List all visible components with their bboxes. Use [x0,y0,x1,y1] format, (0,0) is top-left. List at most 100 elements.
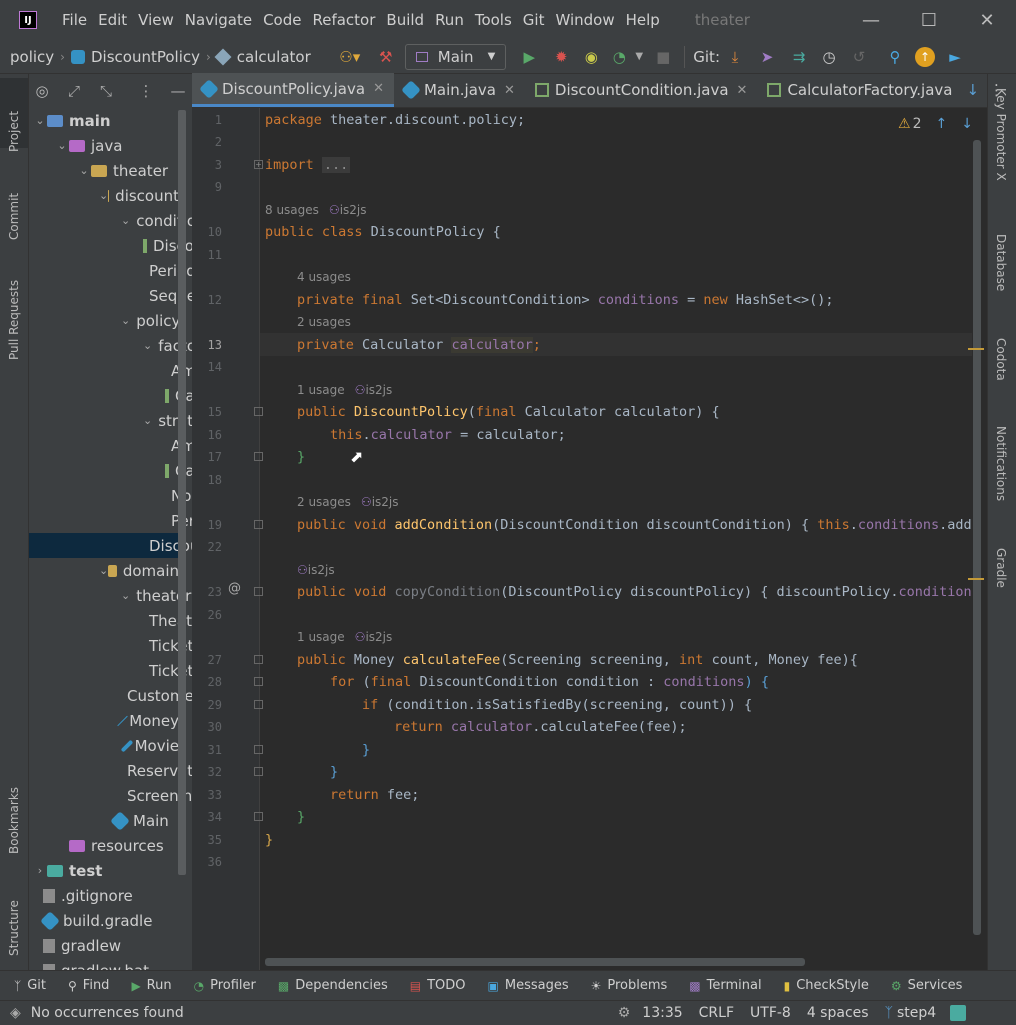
find-tool-button[interactable]: ⚲ Find [68,978,109,993]
terminal-tool-button[interactable]: ▩ Terminal [689,978,761,993]
tree-item[interactable]: .gitignore [29,883,179,908]
menu-navigate[interactable]: Navigate [181,11,259,29]
menu-refactor[interactable]: Refactor [308,11,382,29]
menu-view[interactable]: View [134,11,181,29]
pull-requests-tool-button[interactable]: Pull Requests [7,260,21,360]
users-icon[interactable]: ⚇▾ [337,44,363,70]
checkstyle-tool-button[interactable]: ▮ CheckStyle [784,978,869,993]
chevron-down-icon[interactable]: ⌄ [121,214,130,227]
tree-item[interactable]: gradlew [29,933,179,958]
tree-item[interactable]: ⌄ theater [29,158,179,183]
git-branches-icon[interactable]: ⇉ [786,44,812,70]
tree-item[interactable]: ⌄ java [29,133,179,158]
stop-icon[interactable]: ■ [650,44,676,70]
tree-item[interactable]: ⌄ strategy [29,408,192,433]
tree-item[interactable]: TicketOffice [29,633,192,658]
menu-edit[interactable]: Edit [94,11,134,29]
rollback-icon[interactable]: ↺ [846,44,872,70]
problems-tool-button[interactable]: ☀ Problems [591,978,668,993]
collapse-all-icon[interactable]: ⤡ [93,78,119,104]
line-separator[interactable]: CRLF [699,1005,734,1021]
services-tool-button[interactable]: ⚙ Services [891,978,963,993]
tree-item[interactable]: PercentCalculator [29,508,192,533]
tree-item[interactable]: Calculator [29,458,192,483]
code-with-me-icon[interactable]: ► [942,44,968,70]
close-window-button[interactable]: ✕ [958,0,1016,40]
fold-marker-icon[interactable] [254,587,263,596]
cursor-position[interactable]: 13:35 [642,1005,682,1021]
run-config-select[interactable]: Main ▼ [404,43,507,70]
close-tab-icon[interactable]: ✕ [737,83,748,98]
fold-marker-icon[interactable] [254,520,263,529]
tree-item[interactable]: Screening [29,783,192,808]
tree-item[interactable]: build.gradle [29,908,179,933]
history-icon[interactable]: ◷ [816,44,842,70]
editor-vertical-scrollbar[interactable] [973,140,981,935]
warning-marker[interactable] [968,578,984,580]
build-hammer-icon[interactable]: ⚒ [373,44,399,70]
editor-tab[interactable]: DiscountPolicy.java ✕ [192,73,394,107]
menu-run[interactable]: Run [431,11,471,29]
chevron-down-icon[interactable]: ⌄ [99,564,108,577]
tree-item[interactable]: gradlew.bat [29,958,179,970]
editor-tab[interactable]: DiscountCondition.java ✕ [525,73,758,107]
menu-file[interactable]: File [58,11,94,29]
tree-item[interactable]: Movie [29,733,179,758]
next-highlight-icon[interactable]: ↓ [961,116,973,132]
run-icon[interactable]: ▶ [516,44,542,70]
breadcrumb-policy[interactable]: policy [10,48,54,66]
background-tasks-icon[interactable]: ⚙ [618,1005,631,1021]
usages-hint[interactable]: 1 usage ⚇is2js [297,626,392,648]
profile-icon[interactable]: ◔ [606,44,632,70]
tree-item[interactable]: SequenceCondition [29,283,192,308]
tree-item[interactable]: AmountCalculatorFactory [29,358,192,383]
fold-marker-icon[interactable] [254,812,263,821]
fold-marker-icon[interactable] [254,677,263,686]
fold-marker-icon[interactable] [254,655,263,664]
usages-hint[interactable]: 2 usages ⚇is2js [297,491,399,513]
status-layers-icon[interactable]: ◈ [10,1005,21,1021]
chevron-down-icon[interactable]: ⌄ [143,414,152,427]
tree-item[interactable]: NoneCalculator [29,483,192,508]
database-tool-button[interactable]: Database [994,234,1008,314]
structure-tool-button[interactable]: Structure [7,876,21,956]
chevron-down-icon[interactable]: ⌄ [121,589,130,602]
intellij-logo-icon[interactable]: IJ [19,11,37,29]
fold-marker-icon[interactable] [254,452,263,461]
tree-item[interactable]: ⌄condition [29,208,192,233]
git-branch-status[interactable]: step4 [897,1005,936,1021]
profiler-tool-button[interactable]: ◔ Profiler [194,978,256,993]
git-update-icon[interactable]: ⤓ [722,44,748,70]
tree-item[interactable]: ⌄ theater [29,583,191,608]
file-encoding[interactable]: UTF-8 [750,1005,791,1021]
menu-code[interactable]: Code [259,11,308,29]
bookmarks-tool-button[interactable]: Bookmarks [7,764,21,854]
notifications-tool-button[interactable]: Notifications [994,426,1008,526]
close-tab-icon[interactable]: ✕ [504,83,515,98]
tree-item[interactable]: ⌄ domain [29,558,179,583]
options-kebab-icon[interactable]: ⋮ [133,78,159,104]
chevron-down-icon[interactable]: ⌄ [121,314,130,327]
tree-item[interactable]: Money [29,708,179,733]
tree-item[interactable]: PeriodCondition [29,258,192,283]
breadcrumb-calculator[interactable]: calculator [214,48,311,66]
tree-item[interactable]: CalculatorFactory [29,383,192,408]
tree-item[interactable]: AmountCalculator [29,433,192,458]
chevron-down-icon[interactable]: ⌄ [143,339,152,352]
tree-item[interactable]: Customer [29,683,192,708]
editor-horizontal-scrollbar[interactable] [265,958,805,966]
dependencies-tool-button[interactable]: ▩ Dependencies [278,978,388,993]
run-tool-button[interactable]: ▶ Run [131,978,171,993]
tree-scrollbar[interactable] [178,110,186,875]
tree-item[interactable]: ⌄ main [29,108,179,133]
codota-tool-button[interactable]: Codota [994,338,1008,408]
previous-highlight-icon[interactable]: ↑ [935,116,947,132]
commit-tool-button[interactable]: Commit [7,170,21,240]
indent-setting[interactable]: 4 spaces [807,1005,869,1021]
debug-bug-icon[interactable]: ✹ [548,44,574,70]
editor-tab[interactable]: CalculatorFactory.java [757,73,962,107]
tree-item[interactable]: resources [29,833,179,858]
usages-hint[interactable]: 4 usages [297,266,351,288]
tree-item[interactable]: ⌄ factory [29,333,192,358]
gradle-tool-button[interactable]: Gradle [994,548,1008,608]
